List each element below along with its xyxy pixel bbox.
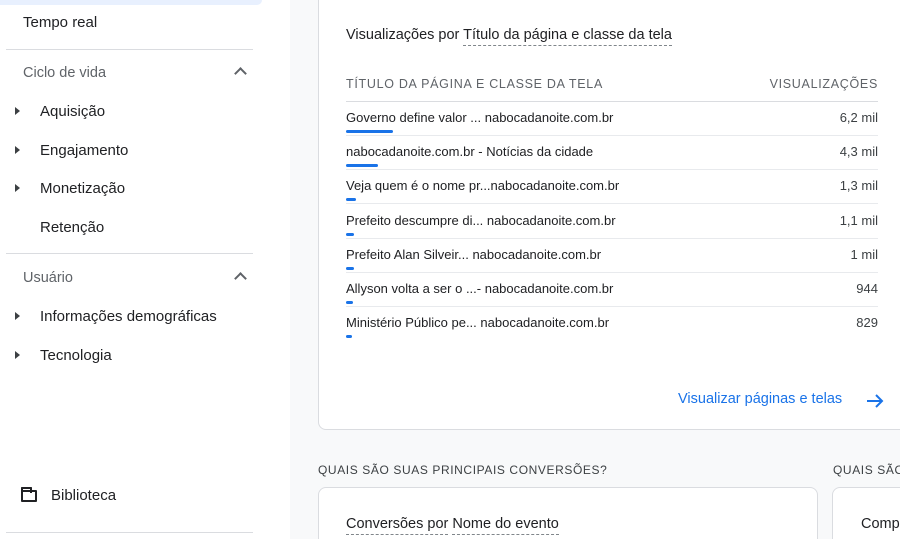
- next-card-title: Comp: [861, 516, 900, 532]
- table-row[interactable]: Governo define valor ... nabocadanoite.c…: [346, 102, 878, 136]
- sidebar-item-engagement[interactable]: Engajamento: [0, 133, 262, 167]
- views-cell: 829: [856, 315, 878, 331]
- section-title-next: QUAIS SÃO: [833, 463, 900, 477]
- views-cell: 1,1 mil: [839, 212, 878, 228]
- section-title-conversions: QUAIS SÃO SUAS PRINCIPAIS CONVERSÕES?: [318, 463, 608, 477]
- sidebar-divider: [6, 49, 253, 50]
- share-bar: [346, 164, 378, 168]
- sidebar-item-library[interactable]: Biblioteca: [0, 478, 262, 512]
- views-cell: 1 mil: [850, 246, 878, 262]
- table-row[interactable]: Prefeito Alan Silveir... nabocadanoite.c…: [346, 239, 878, 273]
- chevron-up-icon: [234, 272, 247, 285]
- sidebar-item-label: Biblioteca: [51, 486, 117, 504]
- arrow-right-icon[interactable]: [866, 393, 885, 409]
- sidebar-item-label: Monetização: [40, 179, 126, 197]
- sidebar-section-label: Usuário: [23, 270, 73, 286]
- table-row[interactable]: Prefeito descumpre di... nabocadanoite.c…: [346, 205, 878, 239]
- page-title-cell: nabocadanoite.com.br - Notícias da cidad…: [346, 144, 594, 160]
- sidebar-item-label: Informações demográficas: [40, 307, 217, 325]
- card-title-prefix: Visualizações por: [346, 27, 460, 43]
- sidebar-divider: [6, 532, 253, 533]
- table-row[interactable]: Ministério Público pe... nabocadanoite.c…: [346, 307, 878, 341]
- sidebar-item-label: Retenção: [40, 218, 105, 236]
- conversions-card-title: Conversões por Nome do evento: [346, 516, 559, 535]
- page-title-cell: Prefeito descumpre di... nabocadanoite.c…: [346, 212, 616, 228]
- share-bar: [346, 198, 356, 202]
- sidebar-divider: [6, 253, 253, 254]
- page-title-cell: Veja quem é o nome pr...nabocadanoite.co…: [346, 178, 620, 194]
- sidebar-item-label: Tempo real: [23, 13, 98, 31]
- dimension-selector[interactable]: Título da página e classe da tela: [463, 27, 672, 46]
- page-title-cell: Allyson volta a ser o ...- nabocadanoite…: [346, 281, 614, 296]
- sidebar-section-lifecycle[interactable]: Ciclo de vida: [0, 56, 262, 90]
- views-cell: 4,3 mil: [839, 144, 878, 160]
- page-title-cell: Prefeito Alan Silveir... nabocadanoite.c…: [346, 246, 602, 262]
- share-bar: [346, 335, 352, 339]
- sidebar-item-realtime[interactable]: Tempo real: [0, 5, 262, 39]
- sidebar-item-label: Aquisição: [40, 102, 106, 120]
- sidebar: Tempo real Ciclo de vida Aquisição Engaj…: [0, 0, 290, 539]
- conversions-title-prefix: Conversões por: [346, 516, 449, 535]
- share-bar: [346, 301, 353, 304]
- column-header-views: VISUALIZAÇÕES: [769, 77, 878, 91]
- views-cell: 6,2 mil: [839, 110, 878, 125]
- sidebar-item-acquisition[interactable]: Aquisição: [0, 94, 262, 128]
- card-title: Visualizações por Título da página e cla…: [346, 27, 672, 46]
- views-cell: 944: [856, 281, 878, 296]
- caret-right-icon: [15, 184, 20, 192]
- folder-icon: [21, 487, 37, 502]
- chevron-up-icon: [234, 67, 247, 80]
- views-cell: 1,3 mil: [839, 178, 878, 194]
- caret-right-icon: [15, 107, 20, 115]
- sidebar-item-monetization[interactable]: Monetização: [0, 171, 262, 205]
- sidebar-item-retention[interactable]: Retenção: [0, 210, 262, 244]
- view-pages-link[interactable]: Visualizar páginas e telas: [678, 391, 842, 407]
- page-title-cell: Ministério Público pe... nabocadanoite.c…: [346, 315, 610, 331]
- column-header-title: TÍTULO DA PÁGINA E CLASSE DA TELA: [346, 77, 603, 91]
- sidebar-section-user[interactable]: Usuário: [0, 261, 262, 295]
- share-bar: [346, 266, 354, 270]
- sidebar-item-label: Tecnologia: [40, 346, 112, 364]
- sidebar-section-label: Ciclo de vida: [23, 65, 107, 81]
- sidebar-item-demographics[interactable]: Informações demográficas: [0, 299, 262, 333]
- table-row[interactable]: Veja quem é o nome pr...nabocadanoite.co…: [346, 170, 878, 205]
- caret-right-icon: [15, 351, 20, 359]
- table-row[interactable]: Allyson volta a ser o ...- nabocadanoite…: [346, 273, 878, 307]
- sidebar-item-label: Engajamento: [40, 141, 129, 159]
- page-title-cell: Governo define valor ... nabocadanoite.c…: [346, 110, 614, 125]
- caret-right-icon: [15, 312, 20, 320]
- caret-right-icon: [15, 146, 20, 154]
- table-row[interactable]: nabocadanoite.com.br - Notícias da cidad…: [346, 136, 878, 171]
- share-bar: [346, 130, 393, 133]
- share-bar: [346, 232, 354, 236]
- event-dimension-selector[interactable]: Nome do evento: [452, 516, 559, 535]
- sidebar-item-technology[interactable]: Tecnologia: [0, 338, 262, 372]
